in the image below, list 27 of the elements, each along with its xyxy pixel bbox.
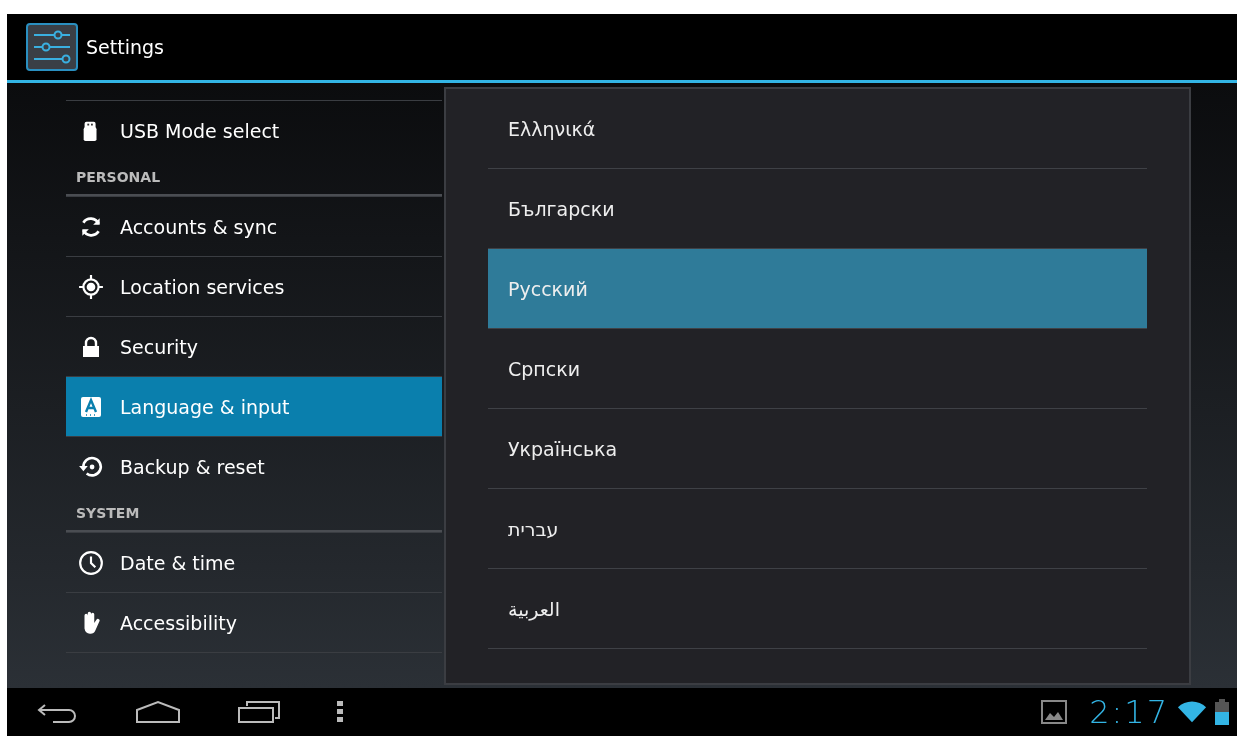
language-option[interactable]: العربية	[488, 569, 1147, 649]
language-option[interactable]: עברית	[488, 489, 1147, 569]
image-notification-icon[interactable]	[1041, 700, 1068, 724]
section-header: PERSONAL	[66, 160, 442, 196]
settings-item[interactable]: Accessibility	[66, 592, 442, 653]
app-title: Settings	[86, 36, 164, 58]
settings-item[interactable]: Language & input	[66, 376, 442, 436]
recent-apps-icon[interactable]	[237, 700, 281, 724]
language-option[interactable]: Српски	[488, 329, 1147, 409]
settings-item[interactable]: Date & time	[66, 532, 442, 592]
menu-icon[interactable]	[337, 701, 343, 723]
wifi-icon	[1177, 700, 1207, 724]
settings-item[interactable]: Location services	[66, 256, 442, 316]
settings-item[interactable]: Accounts & sync	[66, 196, 442, 256]
back-icon[interactable]	[35, 701, 79, 723]
sliders-icon[interactable]	[26, 23, 78, 71]
language-option[interactable]: Ελληνικά	[488, 89, 1147, 169]
settings-item[interactable]: USB Mode select	[66, 100, 442, 160]
home-icon[interactable]	[135, 700, 181, 724]
language-option[interactable]: Русский	[488, 249, 1147, 329]
clock-icon	[78, 549, 104, 576]
settings-item[interactable]: Backup & reset	[66, 436, 442, 496]
section-header: SYSTEM	[66, 496, 442, 532]
battery-icon	[1215, 699, 1229, 725]
location-icon	[78, 273, 104, 300]
clock-time: 2:17	[1089, 693, 1169, 731]
language-option[interactable]: Українська	[488, 409, 1147, 489]
